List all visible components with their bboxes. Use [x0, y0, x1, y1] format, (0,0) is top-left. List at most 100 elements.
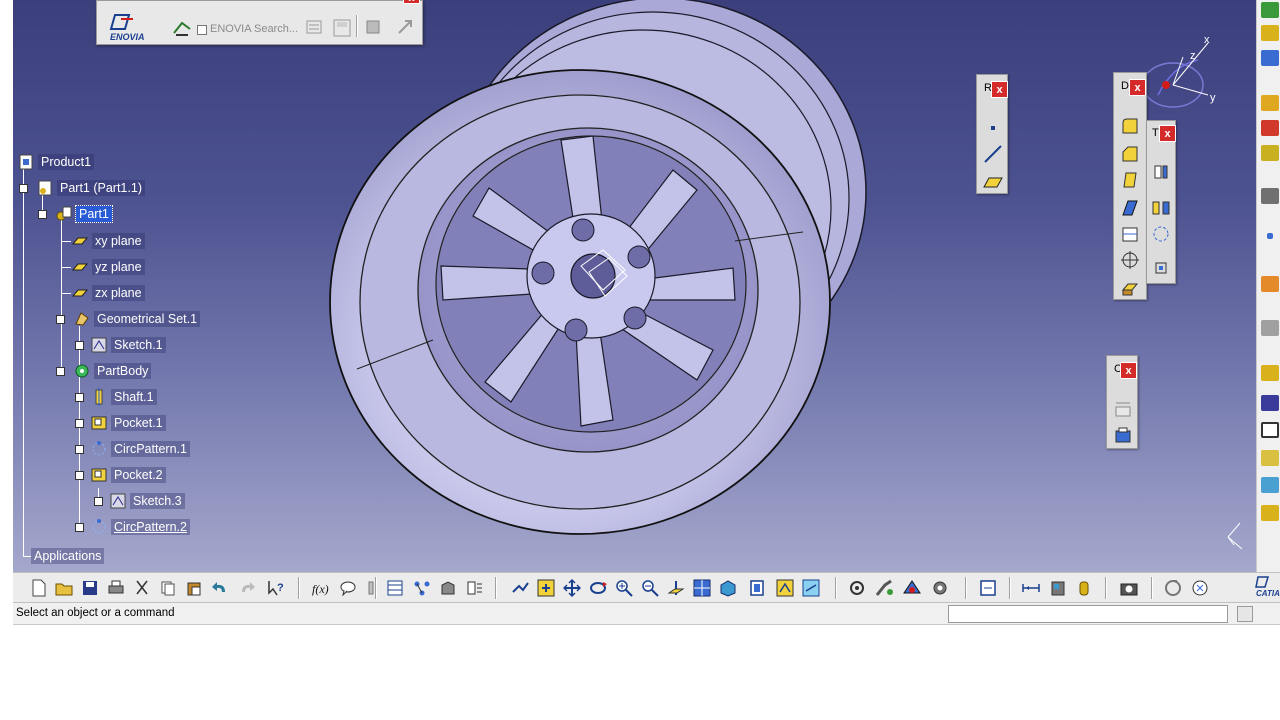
tree-node-applications[interactable]: Applications [31, 546, 105, 566]
tree-label[interactable]: PartBody [94, 363, 152, 379]
fly-mode-icon[interactable] [510, 578, 530, 598]
plane-icon[interactable] [1261, 450, 1279, 466]
tree-label[interactable]: zx plane [92, 285, 145, 301]
cut-icon[interactable] [132, 578, 152, 598]
library-icon[interactable] [438, 578, 458, 598]
point-icon[interactable] [1267, 233, 1273, 239]
tree-node-sketch-3[interactable]: Sketch.3 [109, 491, 185, 511]
plane-button[interactable] [982, 171, 1004, 193]
pattern-button[interactable] [1150, 223, 1172, 245]
table-icon[interactable] [385, 578, 405, 598]
tree-node-geometrical-set[interactable]: Geometrical Set.1 [73, 309, 201, 329]
pocket-icon[interactable] [1261, 120, 1279, 136]
line-button[interactable] [982, 143, 1004, 165]
compass-widget[interactable] [1138, 35, 1248, 115]
tree-label[interactable]: Pocket.1 [111, 415, 166, 431]
multi-view-icon[interactable] [692, 578, 712, 598]
sweep-icon[interactable] [1261, 505, 1279, 521]
command-input[interactable] [948, 605, 1228, 623]
tree-node-pocket-2[interactable]: Pocket.2 [90, 465, 166, 485]
tree-node-circpattern-2[interactable]: CircPattern.2 [90, 517, 190, 537]
rib-icon[interactable] [1261, 145, 1279, 161]
tree-label[interactable]: Part1 [75, 205, 113, 223]
tree-node-xy-plane[interactable]: xy plane [61, 231, 145, 251]
tree-node-part[interactable]: Part1 [55, 204, 113, 224]
tree-label[interactable]: Product1 [38, 154, 95, 170]
thread-button[interactable] [1119, 249, 1141, 271]
tools-icon[interactable] [875, 578, 895, 598]
search-checkbox[interactable] [197, 25, 207, 35]
tree-label[interactable]: CircPattern.2 [111, 519, 190, 535]
remove-face-button[interactable] [1119, 277, 1141, 299]
tree-label[interactable]: Pocket.2 [111, 467, 166, 483]
constraint-button[interactable] [1112, 398, 1134, 420]
options-icon[interactable] [930, 578, 950, 598]
print-icon[interactable] [106, 578, 126, 598]
tree-node-yz-plane[interactable]: yz plane [61, 257, 145, 277]
search-options-icon[interactable] [304, 17, 326, 39]
new-file-icon[interactable] [29, 578, 49, 598]
chamfer-button[interactable] [1119, 143, 1141, 165]
enovia-connect-icon[interactable] [172, 19, 192, 39]
tree-node-sketch-1[interactable]: Sketch.1 [90, 335, 166, 355]
pan-icon[interactable] [562, 578, 582, 598]
fit-all-icon[interactable] [536, 578, 556, 598]
tree-label[interactable]: Part1 (Part1.1) [57, 180, 145, 196]
tree-node-part-instance[interactable]: Part1 (Part1.1) [36, 178, 145, 198]
expand-toggle[interactable] [75, 445, 84, 454]
zoom-in-icon[interactable] [614, 578, 634, 598]
status-toggle-button[interactable] [1237, 606, 1253, 622]
apply-material-icon[interactable] [902, 578, 922, 598]
measure-between-icon[interactable] [1021, 578, 1041, 598]
tree-label[interactable]: Shaft.1 [111, 389, 157, 405]
design-table-icon[interactable] [465, 578, 485, 598]
close-button[interactable]: x [991, 81, 1008, 98]
enovia-tools-icon[interactable] [363, 17, 385, 39]
enovia-search-input[interactable]: ENOVIA Search... [210, 23, 298, 35]
measure-icon[interactable] [1261, 422, 1279, 438]
update-icon[interactable] [1163, 578, 1183, 598]
tree-label[interactable]: yz plane [92, 259, 145, 275]
measure-inertia-icon[interactable] [1074, 578, 1094, 598]
edit-icon[interactable] [1261, 320, 1279, 336]
pad-icon[interactable] [1261, 95, 1279, 111]
thickness-button[interactable] [1119, 223, 1141, 245]
tree-label[interactable]: xy plane [92, 233, 145, 249]
catalog-icon[interactable] [412, 578, 432, 598]
paste-icon[interactable] [184, 578, 204, 598]
formula-icon[interactable]: f(x) [311, 578, 331, 598]
collapse-toggle[interactable] [38, 210, 47, 219]
copy-icon[interactable] [158, 578, 178, 598]
fillet-button[interactable] [1119, 115, 1141, 137]
knowledge-icon[interactable] [361, 578, 381, 598]
measure-item-icon[interactable] [1048, 578, 1068, 598]
save-to-enovia-icon[interactable] [331, 17, 353, 39]
expand-toggle[interactable] [94, 497, 103, 506]
shell-button[interactable] [1119, 197, 1141, 219]
expand-toggle[interactable] [75, 341, 84, 350]
tree-node-zx-plane[interactable]: zx plane [61, 283, 145, 303]
redo-icon[interactable] [237, 578, 257, 598]
tree-node-pocket-1[interactable]: Pocket.1 [90, 413, 166, 433]
specification-tree[interactable]: Product1 Part1 (Part1.1) Part1 xy plane [13, 140, 243, 570]
tree-node-shaft[interactable]: Shaft.1 [90, 387, 157, 407]
enovia-sync-icon[interactable] [395, 17, 417, 39]
hide-show-icon[interactable] [775, 578, 795, 598]
close-button[interactable]: x [1129, 79, 1146, 96]
collapse-toggle[interactable] [56, 367, 65, 376]
collapse-toggle[interactable] [75, 471, 84, 480]
normal-view-icon[interactable] [666, 578, 686, 598]
position-sketch-icon[interactable] [1261, 50, 1279, 66]
analysis-icon[interactable] [847, 578, 867, 598]
expand-toggle[interactable] [75, 419, 84, 428]
save-icon[interactable] [80, 578, 100, 598]
rotate-icon[interactable] [588, 578, 608, 598]
undo-icon[interactable] [210, 578, 230, 598]
zoom-out-icon[interactable] [640, 578, 660, 598]
sheet-icon[interactable] [978, 578, 998, 598]
close-button[interactable]: x [1159, 125, 1176, 142]
whats-this-icon[interactable]: ? [266, 578, 286, 598]
tree-label[interactable]: Geometrical Set.1 [94, 311, 201, 327]
translation-button[interactable] [1150, 161, 1172, 183]
insert-body-icon[interactable] [1261, 365, 1279, 381]
